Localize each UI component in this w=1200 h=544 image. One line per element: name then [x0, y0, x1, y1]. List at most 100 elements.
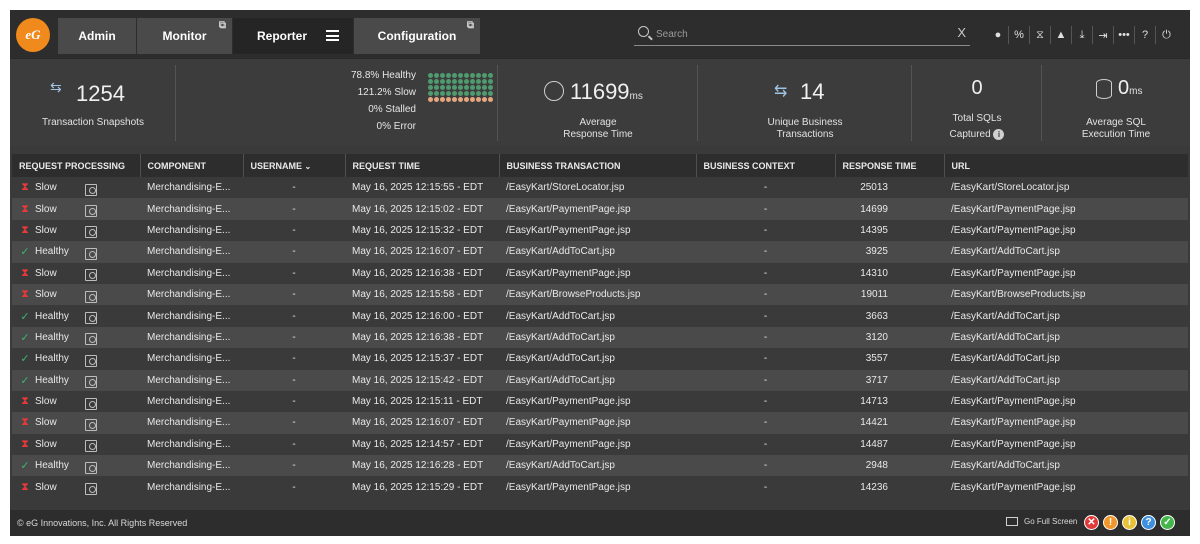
clear-search-icon[interactable]: X [957, 25, 966, 40]
total-sqls-label: Total SQLs Captured i [912, 113, 1042, 141]
col-business-transaction[interactable]: BUSINESS TRANSACTION [499, 154, 697, 177]
table-row[interactable]: ⧗ Slow Merchandising-E... - May 16, 2025… [12, 283, 1188, 306]
status-label: Healthy [35, 246, 69, 258]
request-time-cell: May 16, 2025 12:15:29 - EDT [345, 476, 499, 498]
request-processing-cell: ⧗ Slow [12, 198, 140, 220]
tab-configuration[interactable]: Configuration ⧉ [354, 18, 481, 54]
request-processing-cell: ⧗ Slow [12, 177, 140, 199]
table-row[interactable]: ✓ Healthy Merchandising-E... - May 16, 2… [12, 241, 1188, 263]
business-context-cell: - [696, 369, 835, 391]
drilldown-icon[interactable] [85, 483, 97, 496]
table-row[interactable]: ⧗ Slow Merchandising-E... - May 16, 2025… [12, 433, 1188, 456]
table-row[interactable]: ✓ Healthy Merchandising-E... - May 16, 2… [12, 348, 1188, 370]
check-icon: ✓ [20, 246, 30, 259]
response-time-panel: 11699ms Average Response Time [498, 65, 698, 141]
normal-status-icon[interactable]: ✓ [1160, 515, 1175, 530]
drilldown-icon[interactable] [85, 397, 97, 410]
request-processing-cell: ✓ Healthy [12, 305, 140, 327]
healthy-dot [470, 85, 475, 90]
bell-icon[interactable]: ▲ [1051, 26, 1072, 44]
col-request-processing[interactable]: REQUEST PROCESSING [12, 154, 141, 177]
eg-logo[interactable]: eG [16, 18, 50, 52]
healthy-percent: 78.8% Healthy [350, 70, 416, 81]
tab-reporter[interactable]: Reporter [233, 18, 354, 54]
hourglass-icon: ⧗ [21, 181, 29, 194]
filter-icon[interactable]: ⧖ [1030, 26, 1051, 44]
healthy-dot [488, 79, 493, 84]
username-cell: - [243, 241, 345, 263]
unique-label: Unique Business Transactions [698, 117, 912, 141]
drilldown-icon[interactable] [85, 333, 97, 346]
healthy-dot [446, 73, 451, 78]
table-row[interactable]: ⧗ Slow Merchandising-E... - May 16, 2025… [12, 476, 1188, 498]
hamburger-menu-icon[interactable] [326, 30, 339, 41]
power-icon[interactable]: ⏻ [1156, 26, 1177, 44]
component-cell: Merchandising-E... [140, 198, 243, 220]
component-cell: Merchandising-E... [140, 219, 243, 242]
tab-monitor[interactable]: Monitor ⧉ [137, 18, 233, 54]
table-row[interactable]: ⧗ Slow Merchandising-E... - May 16, 2025… [12, 262, 1188, 284]
tab-admin[interactable]: Admin [58, 18, 137, 54]
drilldown-icon[interactable] [85, 354, 97, 367]
col-component[interactable]: COMPONENT [140, 154, 244, 177]
major-status-icon[interactable]: ! [1103, 515, 1118, 530]
minor-status-icon[interactable]: i [1122, 515, 1137, 530]
request-time-cell: May 16, 2025 12:15:42 - EDT [345, 369, 499, 391]
critical-status-icon[interactable]: ✕ [1084, 515, 1099, 530]
full-screen-button[interactable]: Go Full Screen [1006, 517, 1077, 526]
status-label: Slow [35, 267, 57, 279]
table-row[interactable]: ⧗ Slow Merchandising-E... - May 16, 2025… [12, 219, 1188, 242]
table-row[interactable]: ✓ Healthy Merchandising-E... - May 16, 2… [12, 326, 1188, 349]
response-time-cell: 14310 [835, 262, 944, 284]
table-row[interactable]: ⧗ Slow Merchandising-E... - May 16, 2025… [12, 390, 1188, 413]
sign-in-icon[interactable]: ⇥ [1093, 26, 1114, 44]
help-icon[interactable]: ? [1135, 26, 1156, 44]
sql-time-unit: ms [1129, 86, 1143, 97]
col-request-time[interactable]: REQUEST TIME [345, 154, 500, 177]
drilldown-icon[interactable] [85, 461, 97, 474]
healthy-dot [476, 85, 481, 90]
business-transaction-cell: /EasyKart/AddToCart.jsp [499, 348, 696, 370]
col-response-time[interactable]: RESPONSE TIME [835, 154, 945, 177]
col-business-context[interactable]: BUSINESS CONTEXT [696, 154, 836, 177]
table-row[interactable]: ⧗ Slow Merchandising-E... - May 16, 2025… [12, 177, 1188, 199]
col-username[interactable]: USERNAME ⌄ [243, 154, 346, 177]
request-processing-cell: ✓ Healthy [12, 369, 140, 391]
drilldown-icon[interactable] [85, 440, 97, 453]
more-icon[interactable]: ••• [1114, 26, 1135, 44]
drilldown-icon[interactable] [85, 269, 97, 282]
avg-response-label-2: Response Time [563, 129, 633, 140]
unknown-status-icon[interactable]: ? [1141, 515, 1156, 530]
healthy-dot [464, 79, 469, 84]
link-icon[interactable]: % [1009, 26, 1030, 44]
drilldown-icon[interactable] [85, 205, 97, 218]
drilldown-icon[interactable] [85, 418, 97, 431]
transaction-snapshot-icon: ⇆ [50, 79, 62, 95]
col-url[interactable]: URL [944, 154, 1188, 177]
check-icon: ✓ [20, 353, 30, 366]
fullscreen-icon [1006, 517, 1018, 526]
drilldown-icon[interactable] [85, 376, 97, 389]
drilldown-icon[interactable] [85, 226, 97, 239]
business-transaction-cell: /EasyKart/AddToCart.jsp [499, 326, 696, 349]
healthy-dot [428, 73, 433, 78]
user-icon[interactable]: ● [988, 26, 1009, 44]
sort-icon[interactable]: ⌄ [305, 162, 312, 171]
table-row[interactable]: ⧗ Slow Merchandising-E... - May 16, 2025… [12, 412, 1188, 434]
avg-response-unit: ms [629, 91, 643, 102]
drilldown-icon[interactable] [85, 183, 97, 196]
search-input[interactable] [656, 26, 946, 42]
request-processing-cell: ⧗ Slow [12, 433, 140, 456]
healthy-dot [476, 79, 481, 84]
table-row[interactable]: ✓ Healthy Merchandising-E... - May 16, 2… [12, 455, 1188, 477]
drilldown-icon[interactable] [85, 312, 97, 325]
download-icon[interactable]: ⤓ [1072, 26, 1093, 44]
drilldown-icon[interactable] [85, 290, 97, 303]
drilldown-icon[interactable] [85, 247, 97, 260]
table-row[interactable]: ✓ Healthy Merchandising-E... - May 16, 2… [12, 369, 1188, 391]
healthy-dot [440, 85, 445, 90]
info-icon[interactable]: i [993, 129, 1005, 140]
healthy-dot [440, 79, 445, 84]
table-row[interactable]: ✓ Healthy Merchandising-E... - May 16, 2… [12, 305, 1188, 327]
table-row[interactable]: ⧗ Slow Merchandising-E... - May 16, 2025… [12, 198, 1188, 220]
